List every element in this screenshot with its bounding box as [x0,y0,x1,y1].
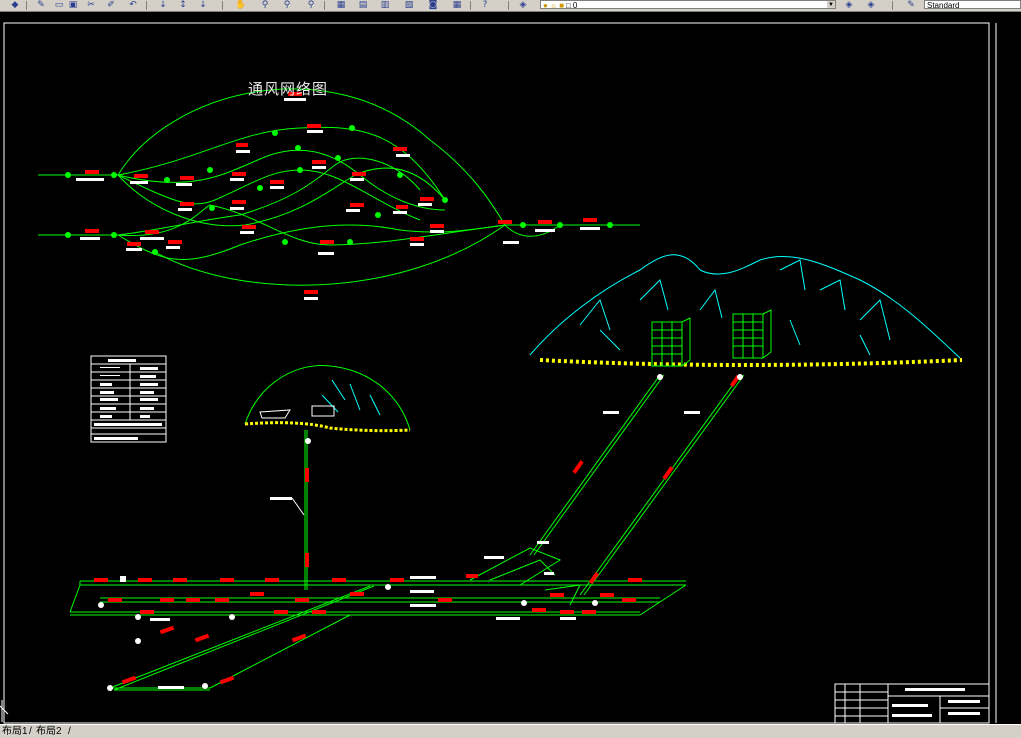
match-icon[interactable]: ✐ [104,0,118,10]
inclined-shafts [529,374,745,596]
legend-table [90,355,167,443]
color-swatch-icon: □ [566,1,571,9]
markup-icon[interactable]: ◙ [426,0,440,10]
shaft-labels [572,374,743,480]
layer-state-icon[interactable]: ◈ [842,0,856,10]
toolbar-separator [892,1,893,10]
lightbulb-icon: ● [543,1,548,9]
layout-tabs-bar: 布局1 / 布局2 / [0,724,1021,738]
toolbar-separator [26,1,27,10]
calculator-icon[interactable]: ▦ [450,0,464,10]
ventilation-drawing [0,22,997,724]
chevron-down-icon[interactable]: ▼ [827,1,835,8]
tool-palette-icon[interactable]: ▥ [378,0,392,10]
toolbar-separator [324,1,325,10]
network-labels [76,92,600,300]
layer-combo[interactable]: ● ☼ ■ □ 0 ▼ [540,0,836,9]
toolbar-separator [146,1,147,10]
properties-icon[interactable]: ▦ [334,0,348,10]
toolbar-separator [508,1,509,10]
zoom-all-icon[interactable]: ⚲ [304,0,318,10]
page-title: 通风网络图 [248,80,329,98]
layer-combo-value: 0 [572,1,578,9]
save-icon[interactable]: ▣ [66,0,80,10]
redo-icon[interactable]: ↓ [156,0,170,10]
roadway-labels [94,541,642,691]
toolbar-separator [470,1,471,10]
zoom-extents-icon[interactable]: ⚲ [280,0,294,10]
sun-icon: ☼ [549,1,558,9]
style-combo-value: Standard [927,1,960,9]
building-icon [651,309,772,367]
tab-layout1[interactable]: 布局1 [0,726,30,738]
style-icon[interactable]: ✎ [904,0,918,10]
ventilation-network [38,88,640,286]
title-block [834,683,990,724]
zoom-window-icon[interactable]: ✋ [234,0,248,10]
tab-separator: / [29,726,32,737]
cut-icon[interactable]: ✂ [84,0,98,10]
tab-layout2[interactable]: 布局2 [34,726,64,738]
network-nodes [65,125,613,255]
style-combo[interactable]: Standard [924,0,1021,9]
preview-icon[interactable]: ▭ [52,0,66,10]
design-center-icon[interactable]: ▤ [356,0,370,10]
tab-separator: / [68,726,71,737]
plot-icon[interactable]: ✎ [34,0,48,10]
layer-manager-icon[interactable]: ◈ [516,0,530,10]
sheet-set-icon[interactable]: ▧ [402,0,416,10]
layer-icon[interactable]: ◆ [8,0,22,10]
toolbar-separator [222,1,223,10]
undo-icon[interactable]: ↶ [126,0,140,10]
standard-toolbar: ◆ ✎ ▭ ▣ ✂ ✐ ↶ ↓ ↕ ↓ ✋ ⚲ ⚲ ⚲ ▦ ▤ ▥ ▧ ◙ ▦ … [0,0,1021,12]
zoom-previous-icon[interactable]: ⚲ [258,0,272,10]
pan-icon[interactable]: ↕ [176,0,190,10]
drawing-canvas[interactable]: 通风网络图 [0,12,1021,724]
linetype-icon[interactable]: ◈ [864,0,878,10]
help-icon[interactable]: ? [478,0,492,10]
mountain-terrain [529,254,963,367]
zoom-realtime-icon[interactable]: ↓ [196,0,210,10]
lock-icon: ■ [559,1,565,9]
shaft-terrain [244,364,411,590]
